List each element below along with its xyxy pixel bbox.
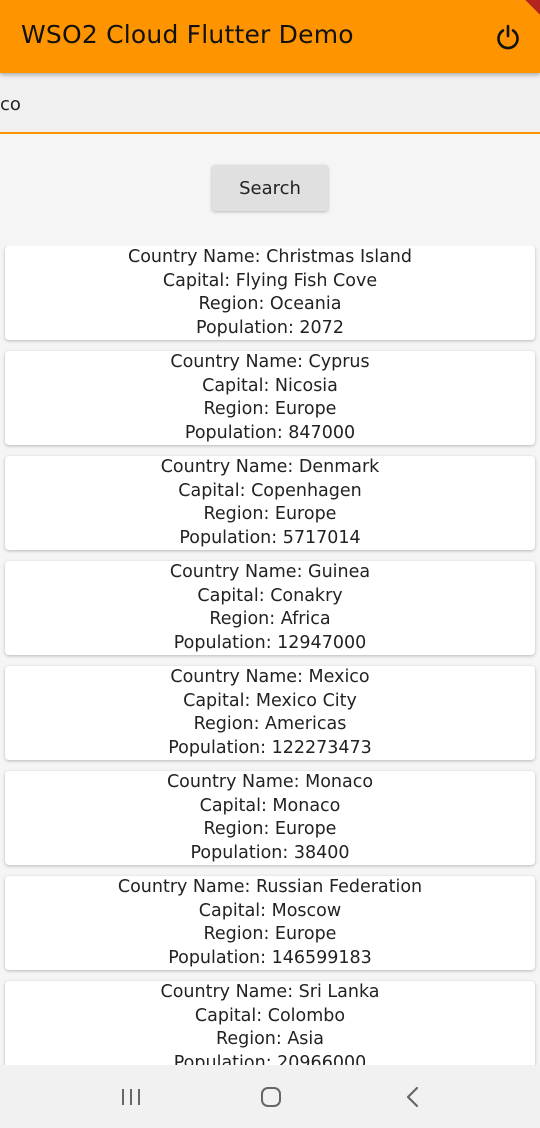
country-name: Country Name: Mexico (170, 667, 370, 687)
home-icon (261, 1087, 281, 1107)
country-region: Region: Europe (203, 924, 337, 945)
country-region: Region: Asia (215, 1029, 325, 1050)
home-button[interactable] (251, 1079, 291, 1115)
list-item: Country Name: Denmark Capital: Copenhage… (5, 456, 535, 550)
list-item: Country Name: Sri Lanka Capital: Colombo… (5, 981, 535, 1065)
country-population: Population: 38400 (190, 842, 350, 863)
back-icon (406, 1086, 419, 1108)
country-capital: Capital: Nicosia (202, 375, 338, 396)
recent-apps-icon (122, 1089, 140, 1105)
country-name: Country Name: Christmas Island (127, 247, 413, 267)
country-name: Country Name: Denmark (160, 457, 380, 477)
search-field (0, 73, 540, 134)
country-population: Population: 5717014 (179, 527, 361, 548)
country-name: Country Name: Guinea (169, 562, 371, 582)
country-population: Population: 2072 (196, 317, 344, 338)
list-item: Country Name: Guinea Capital: Conakry Re… (5, 561, 535, 655)
country-region: Region: Europe (203, 504, 337, 525)
country-capital: Capital: Moscow (198, 900, 342, 921)
country-capital: Capital: Monaco (199, 795, 341, 816)
country-capital: Capital: Flying Fish Cove (162, 270, 378, 291)
country-name: Country Name: Sri Lanka (160, 982, 380, 1002)
country-capital: Capital: Colombo (194, 1005, 346, 1026)
logout-button[interactable] (488, 20, 528, 54)
system-nav-bar (0, 1065, 540, 1128)
app-bar: WSO2 Cloud Flutter Demo (0, 0, 540, 73)
list-item: Country Name: Cyprus Capital: Nicosia Re… (5, 351, 535, 445)
country-region: Region: Europe (203, 399, 337, 420)
list-item: Country Name: Christmas Island Capital: … (5, 246, 535, 340)
search-input[interactable] (0, 89, 520, 119)
country-name: Country Name: Monaco (166, 772, 374, 792)
results-list[interactable]: Country Name: Christmas Island Capital: … (0, 246, 540, 1065)
country-population: Population: 122273473 (168, 737, 372, 758)
country-region: Region: Africa (209, 609, 331, 630)
country-name: Country Name: Russian Federation (117, 877, 423, 897)
country-capital: Capital: Mexico City (183, 690, 357, 711)
country-region: Region: Europe (203, 819, 337, 840)
country-capital: Capital: Conakry (197, 585, 343, 606)
country-population: Population: 146599183 (168, 947, 372, 968)
list-item: Country Name: Mexico Capital: Mexico Cit… (5, 666, 535, 760)
country-population: Population: 20966000 (173, 1052, 367, 1065)
search-button[interactable]: Search (212, 165, 328, 211)
power-icon (497, 24, 519, 50)
country-capital: Capital: Copenhagen (178, 480, 362, 501)
page-title: WSO2 Cloud Flutter Demo (21, 20, 354, 49)
country-population: Population: 12947000 (173, 632, 367, 653)
back-button[interactable] (393, 1079, 433, 1115)
country-region: Region: Americas (193, 714, 347, 735)
list-item: Country Name: Russian Federation Capital… (5, 876, 535, 970)
country-population: Population: 847000 (184, 422, 356, 443)
list-item: Country Name: Monaco Capital: Monaco Reg… (5, 771, 535, 865)
recent-apps-button[interactable] (111, 1079, 151, 1115)
country-region: Region: Oceania (198, 294, 342, 315)
country-name: Country Name: Cyprus (170, 352, 370, 372)
